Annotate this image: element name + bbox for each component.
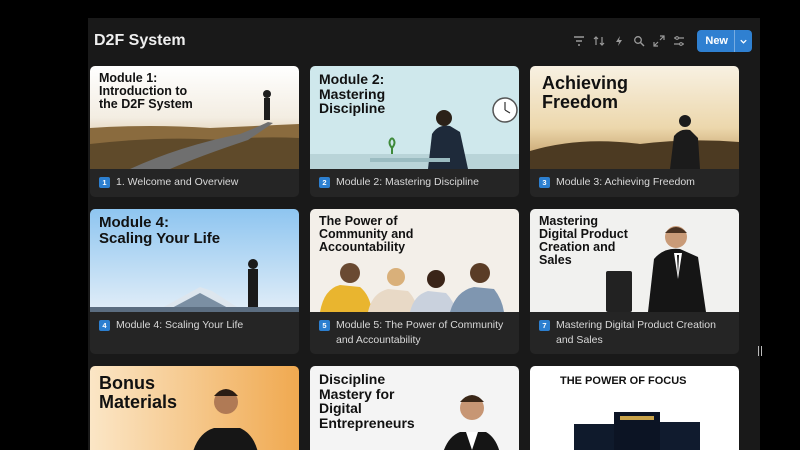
card-caption-text: Module 3: Achieving Freedom (556, 176, 695, 188)
new-button-label: New (705, 35, 728, 47)
card-discipline-mastery[interactable]: Discipline Mastery for Digital Entrepreneur… (310, 366, 519, 450)
search-icon[interactable] (629, 31, 649, 51)
number-badge: 3 (539, 177, 550, 188)
card-caption-text: Module 2: Mastering Discipline (336, 176, 479, 188)
number-badge: 7 (539, 320, 550, 331)
card-caption-text: Module 4: Scaling Your Life (116, 319, 244, 331)
resize-handle[interactable] (758, 346, 762, 356)
card-module-2[interactable]: Module 2: Mastering Discipline 2 Module 2:… (310, 66, 519, 197)
new-button[interactable]: New (697, 30, 752, 52)
card-cover-title: The Power of Community and Accountability (319, 214, 414, 255)
card-caption: 3 Module 3: Achieving Freedom (539, 175, 731, 190)
card-cover-title: Module 4: Scaling Your Life (99, 214, 221, 247)
card-module-1[interactable]: Module 1: Introduction to the D2F System 1… (90, 66, 299, 197)
automation-icon[interactable] (609, 31, 629, 51)
settings-icon[interactable] (669, 31, 689, 51)
chevron-down-icon[interactable] (734, 30, 752, 52)
card-caption-text: Mastering Digital Product Creation and S… (556, 319, 716, 346)
card-cover: Module 1: Introduction to the D2F System (90, 66, 299, 169)
number-badge: 1 (99, 177, 110, 188)
page-title: D2F System (94, 32, 186, 49)
number-badge: 4 (99, 320, 110, 331)
card-cover-title: THE POWER OF FOCUS (560, 375, 687, 387)
card-cover-title: Achieving Freedom (542, 73, 629, 112)
number-badge: 5 (319, 320, 330, 331)
card-cover-title: Module 2: Mastering Discipline (319, 71, 386, 117)
card-caption: 2 Module 2: Mastering Discipline (319, 175, 511, 190)
card-cover-title: Mastering Digital Product Creation and Sale… (539, 214, 628, 268)
card-cover-title: Discipline Mastery for Digital Entrepreneur… (319, 371, 415, 432)
card-cover: Module 2: Mastering Discipline (310, 66, 519, 169)
card-cover: Mastering Digital Product Creation and Sale… (530, 209, 739, 312)
card-caption: 7 Mastering Digital Product Creation and… (539, 318, 731, 348)
card-cover: Achieving Freedom (530, 66, 739, 169)
card-caption-text: 1. Welcome and Overview (116, 176, 239, 188)
card-caption: 1 1. Welcome and Overview (99, 175, 291, 190)
card-cover: Bonus Materials (90, 366, 299, 450)
card-cover: The Power of Community and Accountability (310, 209, 519, 312)
card-caption: 4 Module 4: Scaling Your Life (99, 318, 291, 333)
card-power-of-focus[interactable]: THE POWER OF FOCUS (530, 366, 739, 450)
filter-icon[interactable] (569, 31, 589, 51)
card-cover-title: Bonus Materials (99, 373, 178, 412)
card-module-4[interactable]: Module 4: Scaling Your Life 4 Module 4: S… (90, 209, 299, 354)
number-badge: 2 (319, 177, 330, 188)
card-bonus-materials[interactable]: Bonus Materials (90, 366, 299, 450)
card-module-3[interactable]: Achieving Freedom 3 Module 3: Achieving F… (530, 66, 739, 197)
toolbar: New (569, 30, 752, 52)
card-cover: Module 4: Scaling Your Life (90, 209, 299, 312)
expand-icon[interactable] (649, 31, 669, 51)
card-module-7[interactable]: Mastering Digital Product Creation and Sale… (530, 209, 739, 354)
card-caption: 5 Module 5: The Power of Community and A… (319, 318, 511, 348)
gallery-header: D2F System New (88, 18, 760, 64)
card-module-5[interactable]: The Power of Community and Accountability … (310, 209, 519, 354)
card-caption-text: Module 5: The Power of Community and Acc… (336, 319, 504, 346)
sort-icon[interactable] (589, 31, 609, 51)
card-cover: Discipline Mastery for Digital Entrepreneur… (310, 366, 519, 450)
card-cover: THE POWER OF FOCUS (530, 366, 739, 450)
card-cover-title: Module 1: Introduction to the D2F System (99, 71, 193, 112)
gallery-panel: D2F System New Module 1: Introduction to… (88, 18, 760, 450)
